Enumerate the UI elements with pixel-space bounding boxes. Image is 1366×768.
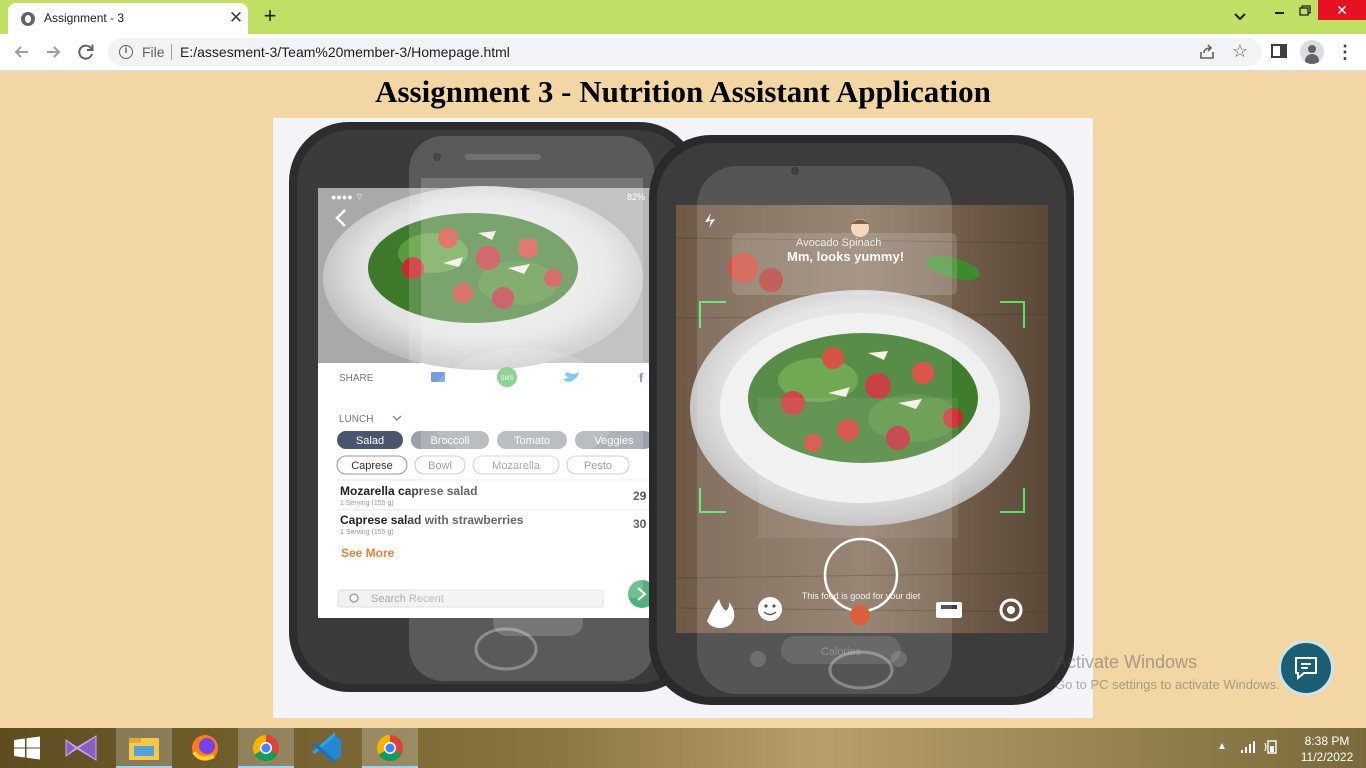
chat-button[interactable]: [1278, 640, 1334, 696]
svg-text:LUNCH: LUNCH: [339, 414, 373, 425]
activate-windows-title: Activate Windows: [1055, 652, 1198, 672]
chip-caprese[interactable]: Caprese: [351, 460, 393, 472]
share-icon[interactable]: [1198, 43, 1216, 61]
see-more-link[interactable]: See More: [341, 546, 395, 560]
taskbar-vscode[interactable]: [300, 728, 356, 768]
firefox-icon: [192, 735, 218, 761]
bookmark-star-icon[interactable]: ☆: [1230, 41, 1250, 61]
reload-icon: [78, 44, 94, 60]
tab-strip: Assignment - 3 ✕ + ✕: [0, 0, 1366, 34]
globe-icon: [21, 12, 35, 26]
reload-button[interactable]: [75, 41, 97, 63]
chip-salad[interactable]: Salad: [356, 435, 384, 447]
window-close-button[interactable]: ✕: [1318, 0, 1366, 20]
svg-text:1 Serving (155 g): 1 Serving (155 g): [340, 500, 394, 507]
network-signal-icon[interactable]: [1240, 740, 1256, 754]
back-button[interactable]: [11, 41, 33, 63]
taskbar-clock-time[interactable]: 8:38 PM: [1296, 734, 1358, 748]
tab-search-chevron-icon[interactable]: [1230, 8, 1250, 26]
page-title: Assignment 3 - Nutrition Assistant Appli…: [375, 74, 991, 109]
start-button[interactable]: [0, 728, 56, 768]
svg-text:1 Serving (155 g): 1 Serving (155 g): [340, 529, 394, 536]
taskbar-chrome[interactable]: [362, 728, 418, 768]
tab-title: Assignment - 3: [44, 11, 125, 25]
svg-text:SHARE: SHARE: [339, 373, 374, 384]
taskbar-visual-studio[interactable]: [56, 728, 112, 768]
chrome-icon: [376, 734, 403, 762]
chrome-icon: [252, 734, 279, 762]
windows-taskbar: ▲ 8:38 PM 11/2/2022: [0, 728, 1366, 768]
forward-button[interactable]: [42, 41, 64, 63]
info-icon[interactable]: [119, 45, 133, 59]
side-panel-icon[interactable]: [1271, 44, 1287, 58]
phones-illustration: ●●●● ⌔ 82% SHARE SMS f LUNCH Salad Brocc…: [289, 122, 1074, 705]
visual-studio-icon: [65, 735, 97, 761]
taskbar-chrome-profile[interactable]: [238, 728, 294, 768]
address-bar[interactable]: File E:/assesment-3/Team%20member-3/Home…: [108, 38, 1262, 66]
battery-icon[interactable]: [1264, 740, 1280, 754]
new-tab-button[interactable]: +: [258, 4, 282, 28]
vscode-icon: [312, 732, 341, 764]
file-scheme-label: File: [142, 44, 165, 60]
folder-icon: [129, 738, 159, 760]
taskbar-clock-date[interactable]: 11/2/2022: [1296, 750, 1358, 764]
chat-bubble-icon: [1295, 657, 1317, 681]
omnibox-divider: [171, 44, 172, 60]
svg-text:Calories: Calories: [821, 646, 862, 658]
taskbar-file-explorer[interactable]: [116, 728, 172, 768]
tab-close-button[interactable]: ✕: [226, 8, 246, 28]
app-mockup-image: ●●●● ⌔ 82% SHARE SMS f LUNCH Salad Brocc…: [273, 118, 1093, 718]
more-menu-icon[interactable]: ⋮: [1336, 42, 1354, 62]
taskbar-firefox[interactable]: [177, 728, 233, 768]
tray-overflow-icon[interactable]: ▲: [1217, 741, 1227, 752]
arrow-left-icon: [14, 46, 28, 58]
windows-logo-icon: [14, 736, 40, 760]
browser-tab-active[interactable]: Assignment - 3 ✕: [8, 3, 248, 34]
arrow-right-icon: [47, 46, 61, 58]
profile-avatar-icon[interactable]: [1300, 40, 1324, 64]
restore-button[interactable]: [1294, 2, 1316, 20]
activate-windows-subtitle: Go to PC settings to activate Windows.: [1055, 677, 1280, 692]
minimize-button[interactable]: [1267, 2, 1291, 20]
svg-text:●●●● ⌔: ●●●● ⌔: [331, 192, 364, 202]
browser-toolbar: File E:/assesment-3/Team%20member-3/Home…: [0, 34, 1366, 71]
url-text[interactable]: E:/assesment-3/Team%20member-3/Homepage.…: [180, 44, 510, 60]
